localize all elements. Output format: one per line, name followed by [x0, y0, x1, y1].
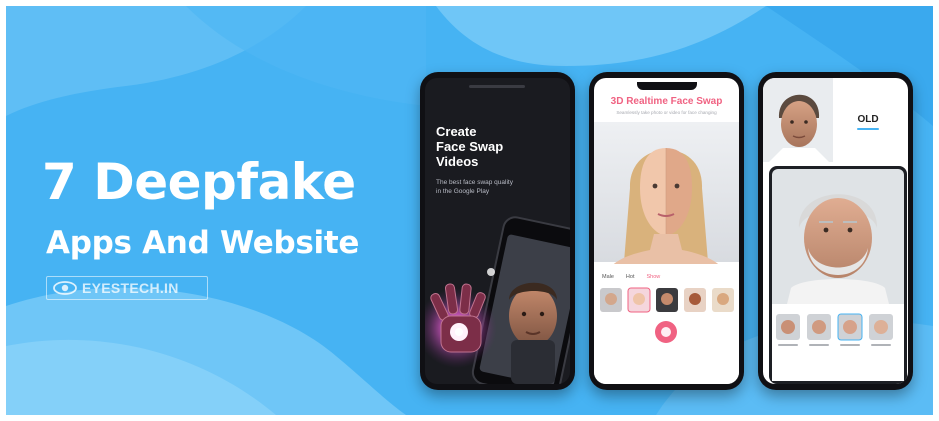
phone-notch [636, 82, 697, 90]
headline-subtitle: Apps And Website [46, 225, 360, 261]
brand-name: EYESTECH.IN [82, 280, 179, 296]
headline-title: 7 Deepfake [42, 153, 356, 211]
phone-mockup-create-video: Create Face Swap Videos The best face sw… [420, 72, 575, 390]
phone-screen: OLD [763, 78, 908, 384]
banner: 7 Deepfake Apps And Website EYESTECH.IN … [6, 6, 933, 415]
brand-logo: EYESTECH.IN [46, 276, 208, 300]
age-label: OLD [857, 114, 879, 125]
eye-icon [53, 281, 77, 295]
old-age-comparison [763, 78, 907, 384]
phone-mockup-old-age-filter: OLD [758, 72, 913, 390]
face-thumbnail-row[interactable] [594, 274, 739, 384]
phone-screen: 3D Realtime Face Swap Seamlessly take ph… [594, 78, 739, 384]
phone-mockup-3d-face-swap: 3D Realtime Face Swap Seamlessly take ph… [589, 72, 744, 390]
phone-screen: Create Face Swap Videos The best face sw… [425, 78, 570, 384]
video-preview-illustration [425, 216, 570, 384]
